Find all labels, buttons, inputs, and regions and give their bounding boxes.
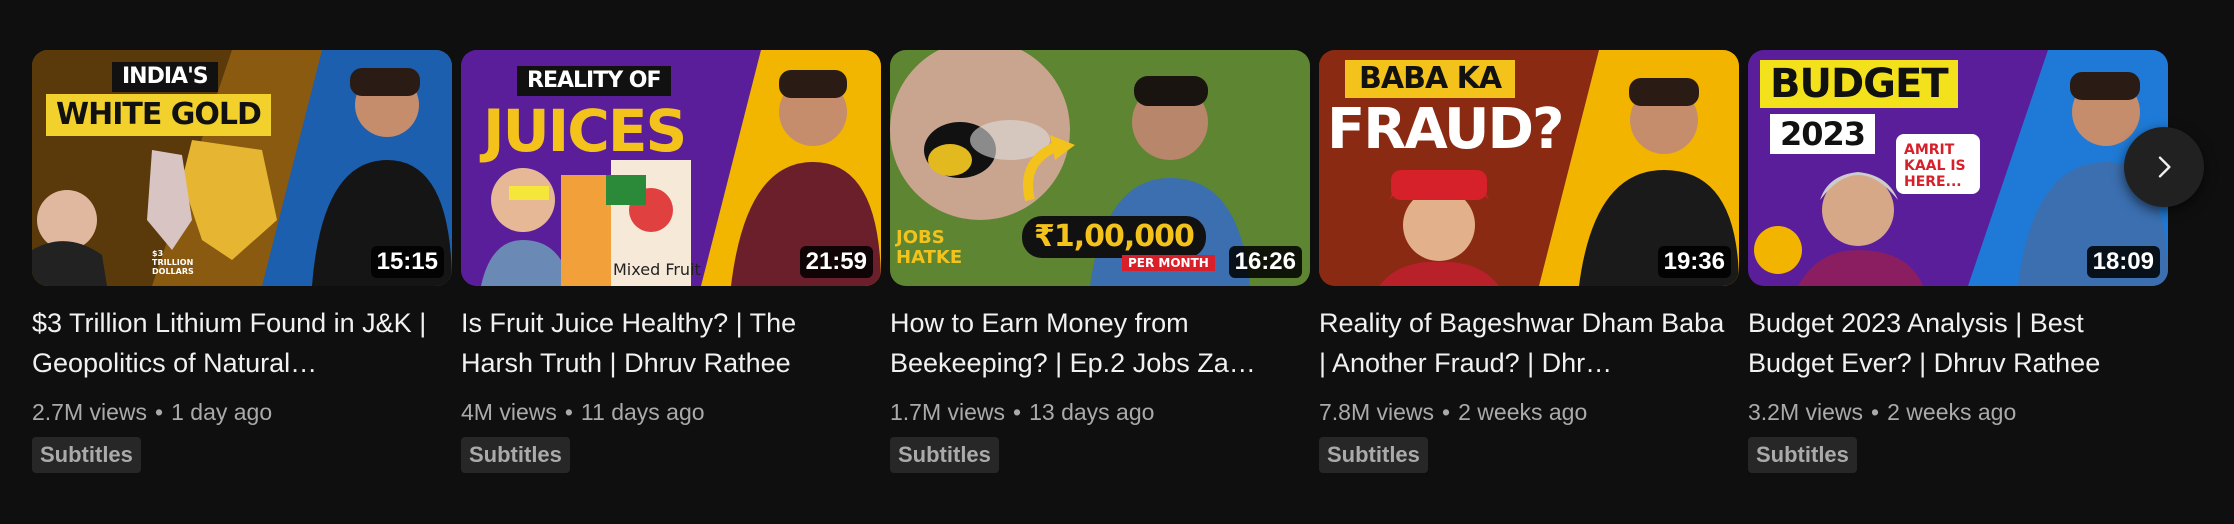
video-meta: 2.7M views • 1 day ago	[32, 397, 452, 427]
subtitles-badge: Subtitles	[1748, 437, 1857, 473]
video-card[interactable]: BABA KA FRAUD? 19:36 Reality of Bageshwa…	[1319, 50, 1739, 473]
thumbnail-text-line2: 2023	[1770, 114, 1876, 154]
video-thumbnail[interactable]: ₹1,00,000 PER MONTH JOBS HATKE 16:26	[890, 50, 1310, 286]
video-duration: 21:59	[799, 245, 873, 278]
video-title[interactable]: Reality of Bageshwar Dham Baba | Another…	[1319, 303, 1729, 383]
meta-separator: •	[564, 399, 573, 425]
video-thumbnail[interactable]: INDIA'S WHITE GOLD $3 TRILLION DOLLARS 1…	[32, 50, 452, 286]
upload-age: 2 weeks ago	[1887, 399, 2017, 425]
thumbnail-text-line1: BUDGET	[1760, 60, 1958, 108]
subtitles-badge: Subtitles	[461, 437, 570, 473]
video-meta: 7.8M views • 2 weeks ago	[1319, 397, 1739, 427]
video-card[interactable]: INDIA'S WHITE GOLD $3 TRILLION DOLLARS 1…	[32, 50, 452, 473]
thumbnail-text-small: $3 TRILLION DOLLARS	[152, 249, 194, 276]
view-count: 2.7M views	[32, 399, 148, 425]
meta-separator: •	[1442, 399, 1451, 425]
video-duration: 15:15	[370, 245, 444, 278]
thumbnail-text-line1: REALITY OF	[517, 66, 671, 96]
subtitles-badge: Subtitles	[890, 437, 999, 473]
video-duration: 16:26	[1228, 245, 1302, 278]
thumbnail-text-line1: BABA KA	[1345, 60, 1516, 98]
upload-age: 11 days ago	[580, 399, 705, 425]
video-shelf: INDIA'S WHITE GOLD $3 TRILLION DOLLARS 1…	[32, 50, 2202, 473]
next-button[interactable]	[2124, 127, 2204, 207]
video-title[interactable]: Is Fruit Juice Healthy? | The Harsh Trut…	[461, 303, 871, 383]
thumbnail-text-small: Mixed Fruit	[613, 260, 701, 279]
video-title[interactable]: $3 Trillion Lithium Found in J&K | Geopo…	[32, 303, 442, 383]
video-meta: 3.2M views • 2 weeks ago	[1748, 397, 2168, 427]
video-duration: 19:36	[1657, 245, 1731, 278]
view-count: 1.7M views	[890, 399, 1006, 425]
subtitles-badge: Subtitles	[1319, 437, 1428, 473]
video-title[interactable]: Budget 2023 Analysis | Best Budget Ever?…	[1748, 303, 2158, 383]
thumbnail-text-line2: JUICES	[483, 97, 687, 165]
upload-age: 13 days ago	[1029, 399, 1155, 425]
view-count: 7.8M views	[1319, 399, 1435, 425]
thumbnail-text-line1: INDIA'S	[112, 62, 218, 92]
thumbnail-text-small: JOBS HATKE	[896, 227, 963, 268]
chevron-right-icon	[2158, 156, 2171, 178]
meta-separator: •	[1013, 399, 1022, 425]
view-count: 4M views	[461, 399, 557, 425]
video-card[interactable]: REALITY OF JUICES Mixed Fruit 21:59 Is F…	[461, 50, 881, 473]
video-meta: 1.7M views • 13 days ago	[890, 397, 1310, 427]
video-title[interactable]: How to Earn Money from Beekeeping? | Ep.…	[890, 303, 1300, 383]
thumbnail-text-line2: FRAUD?	[1327, 97, 1564, 162]
view-count: 3.2M views	[1748, 399, 1864, 425]
video-duration: 18:09	[2086, 245, 2160, 278]
meta-separator: •	[1871, 399, 1880, 425]
thumbnail-text-line2: WHITE GOLD	[46, 94, 271, 136]
thumbnail-text-line2: PER MONTH	[1122, 255, 1215, 271]
meta-separator: •	[155, 399, 164, 425]
video-thumbnail[interactable]: BABA KA FRAUD? 19:36	[1319, 50, 1739, 286]
video-thumbnail[interactable]: BUDGET 2023 AMRIT KAAL IS HERE... 18:09	[1748, 50, 2168, 286]
thumbnail-text-line1: ₹1,00,000	[1022, 216, 1206, 258]
upload-age: 1 day ago	[171, 399, 273, 425]
subtitles-badge: Subtitles	[32, 437, 141, 473]
video-thumbnail[interactable]: REALITY OF JUICES Mixed Fruit 21:59	[461, 50, 881, 286]
upload-age: 2 weeks ago	[1458, 399, 1588, 425]
video-meta: 4M views • 11 days ago	[461, 397, 881, 427]
video-card[interactable]: BUDGET 2023 AMRIT KAAL IS HERE... 18:09 …	[1748, 50, 2168, 473]
thumbnail-text-small: AMRIT KAAL IS HERE...	[1904, 142, 1966, 191]
video-card[interactable]: ₹1,00,000 PER MONTH JOBS HATKE 16:26 How…	[890, 50, 1310, 473]
